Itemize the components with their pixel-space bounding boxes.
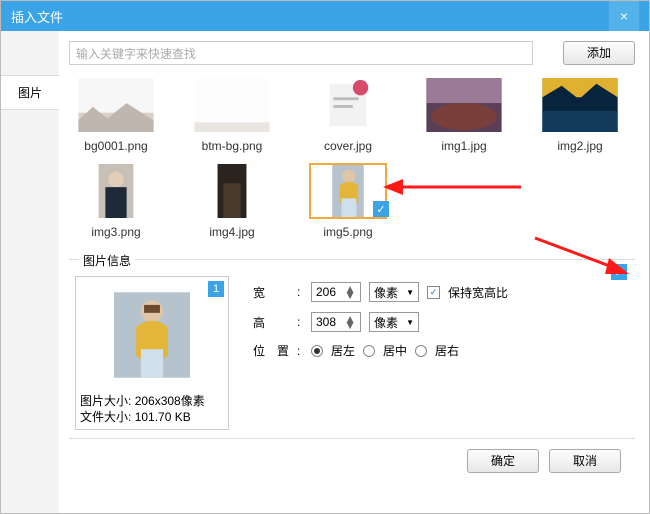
- file-thumb: [193, 163, 271, 219]
- width-row: 宽 : 206 ▲▼ 像素 ▼ ✓ 保持宽高比: [253, 282, 629, 302]
- search-input[interactable]: 输入关键字来快速查找: [69, 41, 533, 65]
- search-row: 输入关键字来快速查找 添加: [69, 41, 635, 65]
- meta-size-label: 图片大小:: [80, 394, 131, 408]
- height-label: 高: [253, 314, 289, 331]
- preview-index-badge: 1: [208, 281, 224, 297]
- width-unit-select[interactable]: 像素 ▼: [369, 282, 419, 302]
- file-item[interactable]: bg0001.png: [73, 77, 159, 153]
- file-label: btm-bg.png: [202, 139, 263, 153]
- height-unit-select[interactable]: 像素 ▼: [369, 312, 419, 332]
- ok-button[interactable]: 确定: [467, 449, 539, 473]
- chevron-down-icon: ▼: [406, 318, 414, 327]
- position-left-radio[interactable]: [311, 345, 323, 357]
- file-label: img2.jpg: [557, 139, 602, 153]
- close-icon[interactable]: ×: [609, 1, 639, 31]
- file-label: bg0001.png: [84, 139, 147, 153]
- file-grid: bg0001.png btm-bg.png cover.jpg: [69, 73, 635, 259]
- file-item[interactable]: img3.png: [73, 163, 159, 239]
- preview-meta: 图片大小: 206x308像素 文件大小: 101.70 KB: [80, 393, 224, 425]
- add-button[interactable]: 添加: [563, 41, 635, 65]
- keep-ratio-checkbox[interactable]: ✓: [427, 286, 440, 299]
- main-panel: 输入关键字来快速查找 添加 bg0001.png btm-bg.png: [59, 31, 649, 513]
- file-label: img1.jpg: [441, 139, 486, 153]
- titlebar: 插入文件 ×: [1, 1, 649, 31]
- meta-file-label: 文件大小:: [80, 410, 131, 424]
- sidebar-tab-image[interactable]: 图片: [1, 75, 59, 110]
- section-toggle-icon[interactable]: ✓: [611, 264, 627, 280]
- position-row: 位置 : 居左 居中 居右: [253, 342, 629, 359]
- file-thumb: [193, 77, 271, 133]
- file-thumb: [77, 77, 155, 133]
- height-row: 高 : 308 ▲▼ 像素 ▼: [253, 312, 629, 332]
- chevron-down-icon: ▼: [406, 288, 414, 297]
- meta-file-value: 101.70 KB: [135, 410, 191, 424]
- unit-label: 像素: [374, 314, 398, 331]
- dialog-body: 图片 输入关键字来快速查找 添加 bg0001.png: [1, 31, 649, 513]
- unit-label: 像素: [374, 284, 398, 301]
- image-info-body: 1 图片大小: 206x308像素 文件大小: 101.70 KB 宽 :: [75, 270, 629, 430]
- position-left-label: 居左: [331, 342, 355, 359]
- width-value: 206: [316, 285, 336, 299]
- file-thumb: [77, 163, 155, 219]
- check-icon: ✓: [373, 201, 389, 217]
- cancel-button[interactable]: 取消: [549, 449, 621, 473]
- file-item-selected[interactable]: ✓ img5.png: [305, 163, 391, 239]
- width-input[interactable]: 206 ▲▼: [311, 282, 361, 302]
- height-value: 308: [316, 315, 336, 329]
- dialog-title: 插入文件: [11, 7, 63, 26]
- width-label: 宽: [253, 284, 289, 301]
- image-info-title: 图片信息: [79, 252, 135, 269]
- preview-box: 1 图片大小: 206x308像素 文件大小: 101.70 KB: [75, 276, 229, 430]
- file-item[interactable]: img1.jpg: [421, 77, 507, 153]
- annotation-arrow-icon: [383, 175, 523, 199]
- file-label: img5.png: [323, 225, 372, 239]
- preview-thumb: [80, 281, 224, 389]
- file-thumb: [541, 77, 619, 133]
- spinner-icon[interactable]: ▲▼: [344, 286, 356, 298]
- position-right-radio[interactable]: [415, 345, 427, 357]
- keep-ratio-label: 保持宽高比: [448, 284, 508, 301]
- file-thumb: [425, 77, 503, 133]
- file-label: cover.jpg: [324, 139, 372, 153]
- file-item[interactable]: cover.jpg: [305, 77, 391, 153]
- position-center-label: 居中: [383, 342, 407, 359]
- image-form: 宽 : 206 ▲▼ 像素 ▼ ✓ 保持宽高比: [253, 276, 629, 430]
- image-info-section: 图片信息 ✓ 1 图片大小: 206x308像素 文件: [69, 259, 635, 438]
- file-label: img3.png: [91, 225, 140, 239]
- sidebar: 图片: [1, 31, 59, 513]
- file-item[interactable]: img2.jpg: [537, 77, 623, 153]
- spinner-icon[interactable]: ▲▼: [344, 316, 356, 328]
- meta-size-value: 206x308像素: [135, 394, 205, 408]
- file-thumb: [309, 77, 387, 133]
- dialog-footer: 确定 取消: [69, 438, 635, 482]
- file-item[interactable]: btm-bg.png: [189, 77, 275, 153]
- search-placeholder: 输入关键字来快速查找: [76, 45, 196, 62]
- position-label: 位置: [253, 342, 289, 359]
- height-input[interactable]: 308 ▲▼: [311, 312, 361, 332]
- insert-file-dialog: 插入文件 × 图片 输入关键字来快速查找 添加 bg0001.png: [0, 0, 650, 514]
- file-item[interactable]: img4.jpg: [189, 163, 275, 239]
- file-label: img4.jpg: [209, 225, 254, 239]
- position-right-label: 居右: [435, 342, 459, 359]
- position-center-radio[interactable]: [363, 345, 375, 357]
